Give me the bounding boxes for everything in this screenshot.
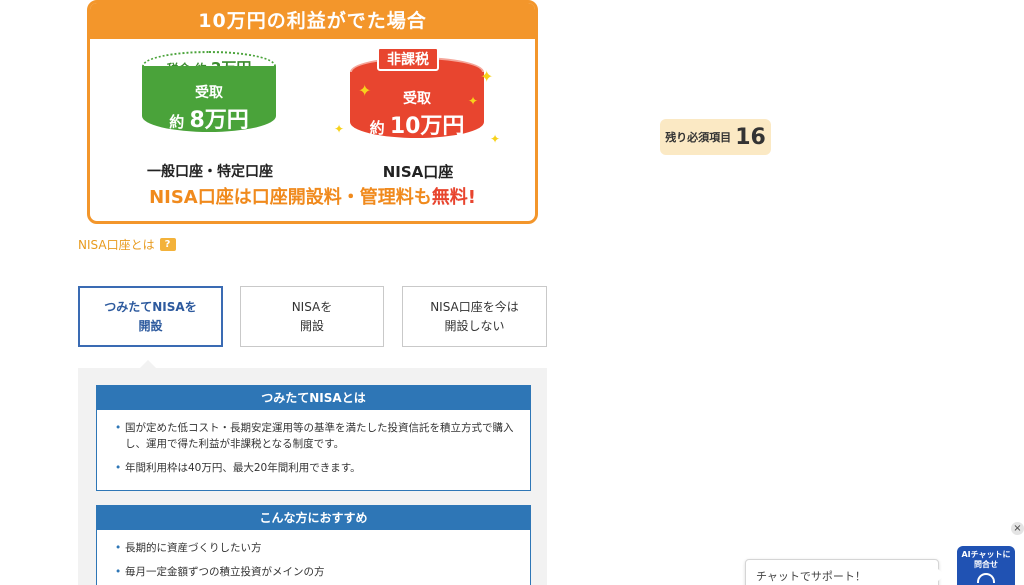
receive-approx: 約 <box>169 113 185 131</box>
remaining-count: 16 <box>735 124 766 150</box>
remaining-required-badge: 残り必須項目 16 <box>660 119 771 155</box>
page: 10万円の利益がでた場合 税金 約 2万円 受取 約 8万円 一般口座・特定口座 <box>0 0 1024 585</box>
sparkle-icon: ✦ <box>480 67 494 86</box>
general-account-can: 税金 約 2万円 受取 約 8万円 <box>142 51 276 133</box>
robot-icon <box>977 573 995 583</box>
sparkle-icon: ✦ <box>468 94 479 108</box>
receive-label: 受取 <box>195 85 223 101</box>
info-list: 国が定めた低コスト・長期安定運用等の基準を満たした投資信託を積立方式で購入し、運… <box>97 410 530 490</box>
info-list: 長期的に資産づくりしたい方 毎月一定金額ずつの積立投資がメインの方 <box>97 530 530 585</box>
sparkle-icon: ✦ <box>358 81 372 100</box>
option-nisa[interactable]: NISAを 開設 <box>240 286 384 347</box>
banner-title: 10万円の利益がでた場合 <box>90 3 535 39</box>
banner-footer-text: NISA口座は口座開設料・管理料も <box>149 187 432 208</box>
banner-footer-free: 無料! <box>431 187 476 208</box>
sparkle-icon: ✦ <box>490 132 501 146</box>
chat-support-bubble[interactable]: チャットでサポート！ <box>745 559 945 585</box>
nisa-receive-amount: 10万円 <box>389 114 465 139</box>
option-label: NISAを 開設 <box>291 299 333 333</box>
info-box-title: こんな方におすすめ <box>97 506 530 530</box>
nisa-help-label[interactable]: NISA口座とは <box>78 236 155 253</box>
close-icon[interactable]: × <box>1011 522 1024 535</box>
nisa-help-link[interactable]: NISA口座とは ? <box>78 236 176 253</box>
general-account-caption: 一般口座・特定口座 <box>147 164 273 180</box>
nisa-receive-approx: 約 <box>369 119 385 137</box>
list-item: 国が定めた低コスト・長期安定運用等の基準を満たした投資信託を積立方式で購入し、運… <box>115 420 518 452</box>
ai-chat-button[interactable]: AIチャットに 問合せ <box>957 546 1015 585</box>
ai-chat-label-2: 問合せ <box>974 560 998 569</box>
option-tsumitate-nisa[interactable]: つみたてNISAを 開設 <box>78 286 223 347</box>
nisa-account-caption: NISA口座 <box>382 163 454 181</box>
list-item: 毎月一定金額ずつの積立投資がメインの方 <box>115 564 518 580</box>
info-box-about: つみたてNISAとは 国が定めた低コスト・長期安定運用等の基準を満たした投資信託… <box>96 385 531 491</box>
tax-free-tag: 非課税 <box>377 47 439 71</box>
question-icon[interactable]: ? <box>159 238 176 251</box>
list-item: 長期的に資産づくりしたい方 <box>115 540 518 556</box>
option-label: つみたてNISAを 開設 <box>104 299 197 333</box>
info-box-recommended: こんな方におすすめ 長期的に資産づくりしたい方 毎月一定金額ずつの積立投資がメイ… <box>96 505 531 585</box>
info-box-title: つみたてNISAとは <box>97 386 530 410</box>
nisa-promo-banner: 10万円の利益がでた場合 税金 約 2万円 受取 約 8万円 一般口座・特定口座 <box>87 0 538 224</box>
option-label: NISA口座を今は 開設しない <box>430 299 519 333</box>
option-no-nisa[interactable]: NISA口座を今は 開設しない <box>402 286 547 347</box>
panel-pointer <box>140 360 156 368</box>
list-item: 年間利用枠は40万円、最大20年間利用できます。 <box>115 460 518 476</box>
ai-chat-label-1: AIチャットに <box>961 550 1011 559</box>
remaining-label: 残り必須項目 <box>665 131 732 144</box>
receive-amount: 8万円 <box>189 108 249 133</box>
banner-footer: NISA口座は口座開設料・管理料も無料! <box>90 183 535 209</box>
sparkle-icon: ✦ <box>334 122 345 136</box>
